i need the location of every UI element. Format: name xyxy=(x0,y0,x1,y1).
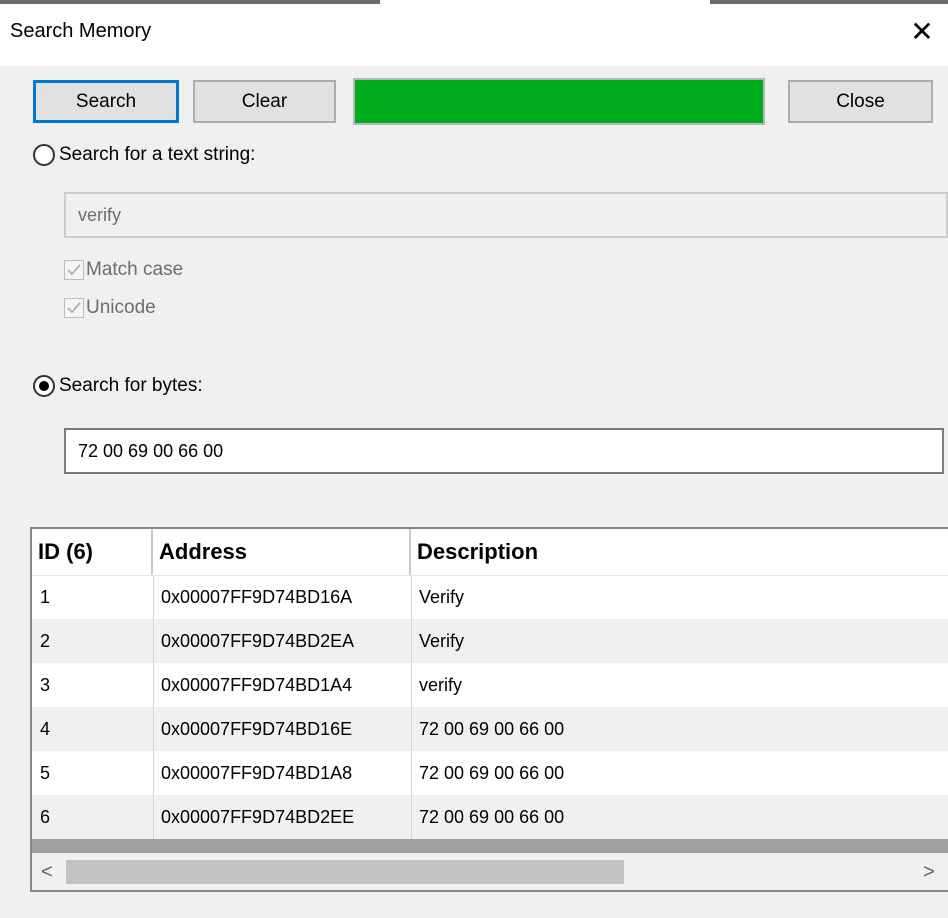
clear-button[interactable]: Clear xyxy=(193,80,336,123)
byte-search-input[interactable]: 72 00 69 00 66 00 xyxy=(64,428,944,474)
search-button[interactable]: Search xyxy=(33,80,179,123)
cell-description: 72 00 69 00 66 00 xyxy=(419,718,565,739)
scrollbar-thumb[interactable] xyxy=(66,860,624,884)
cell-id: 6 xyxy=(40,806,51,827)
column-header-description[interactable]: Description xyxy=(411,529,948,575)
cell-address: 0x00007FF9D74BD16E xyxy=(161,718,353,739)
column-divider xyxy=(153,575,154,839)
table-row[interactable]: 5 0x00007FF9D74BD1A8 72 00 69 00 66 00 xyxy=(32,751,948,795)
byte-search-radio[interactable]: Search for bytes: xyxy=(33,372,203,400)
match-case-checkbox[interactable]: Match case xyxy=(64,256,183,284)
radio-button-icon[interactable] xyxy=(33,144,55,166)
table-row[interactable]: 6 0x00007FF9D74BD2EE 72 00 69 00 66 00 xyxy=(32,795,948,839)
checkmark-icon xyxy=(67,264,81,276)
column-header-address[interactable]: Address xyxy=(153,529,411,575)
scroll-right-icon[interactable]: > xyxy=(914,853,944,890)
close-button[interactable]: Close xyxy=(788,80,933,123)
radio-button-icon[interactable] xyxy=(33,375,55,397)
cell-id: 2 xyxy=(40,630,51,651)
checkbox-icon[interactable] xyxy=(64,260,84,280)
checkbox-icon[interactable] xyxy=(64,298,84,318)
table-row[interactable]: 2 0x00007FF9D74BD2EA Verify xyxy=(32,619,948,663)
horizontal-scrollbar[interactable]: < > xyxy=(32,853,948,890)
column-divider xyxy=(411,575,412,839)
cell-address: 0x00007FF9D74BD2EA xyxy=(161,630,355,651)
unicode-checkbox[interactable]: Unicode xyxy=(64,294,156,322)
scroll-left-icon[interactable]: < xyxy=(32,853,62,890)
unicode-label: Unicode xyxy=(86,297,156,318)
cell-address: 0x00007FF9D74BD1A8 xyxy=(161,762,353,783)
cell-description: Verify xyxy=(419,630,465,651)
cell-description: 72 00 69 00 66 00 xyxy=(419,762,565,783)
cell-id: 5 xyxy=(40,762,51,783)
cell-id: 1 xyxy=(40,586,51,607)
text-search-radio-label: Search for a text string: xyxy=(59,144,256,165)
cell-address: 0x00007FF9D74BD2EE xyxy=(161,806,355,827)
window-top-border xyxy=(0,0,948,4)
table-header: ID (6) Address Description xyxy=(32,529,948,576)
cell-description: Verify xyxy=(419,586,465,607)
text-search-input[interactable]: verify xyxy=(64,192,948,238)
cell-id: 3 xyxy=(40,674,51,695)
column-header-id[interactable]: ID (6) xyxy=(32,529,153,575)
results-table: ID (6) Address Description 1 0x00007FF9D7… xyxy=(30,527,948,892)
cell-description: 72 00 69 00 66 00 xyxy=(419,806,565,827)
text-search-radio[interactable]: Search for a text string: xyxy=(33,141,255,169)
cell-description: verify xyxy=(419,674,463,695)
match-case-label: Match case xyxy=(86,259,184,280)
search-progress-bar xyxy=(353,78,765,125)
cell-id: 4 xyxy=(40,718,51,739)
search-progress-fill xyxy=(355,80,763,123)
cell-address: 0x00007FF9D74BD1A4 xyxy=(161,674,353,695)
table-empty-area xyxy=(32,839,948,853)
window-close-icon[interactable]: ✕ xyxy=(906,16,938,48)
byte-search-radio-label: Search for bytes: xyxy=(59,375,203,396)
table-row[interactable]: 1 0x00007FF9D74BD16A Verify xyxy=(32,575,948,619)
table-row[interactable]: 3 0x00007FF9D74BD1A4 verify xyxy=(32,663,948,707)
window-title: Search Memory xyxy=(10,20,152,42)
cell-address: 0x00007FF9D74BD16A xyxy=(161,586,353,607)
table-row[interactable]: 4 0x00007FF9D74BD16E 72 00 69 00 66 00 xyxy=(32,707,948,751)
checkmark-icon xyxy=(67,302,81,314)
